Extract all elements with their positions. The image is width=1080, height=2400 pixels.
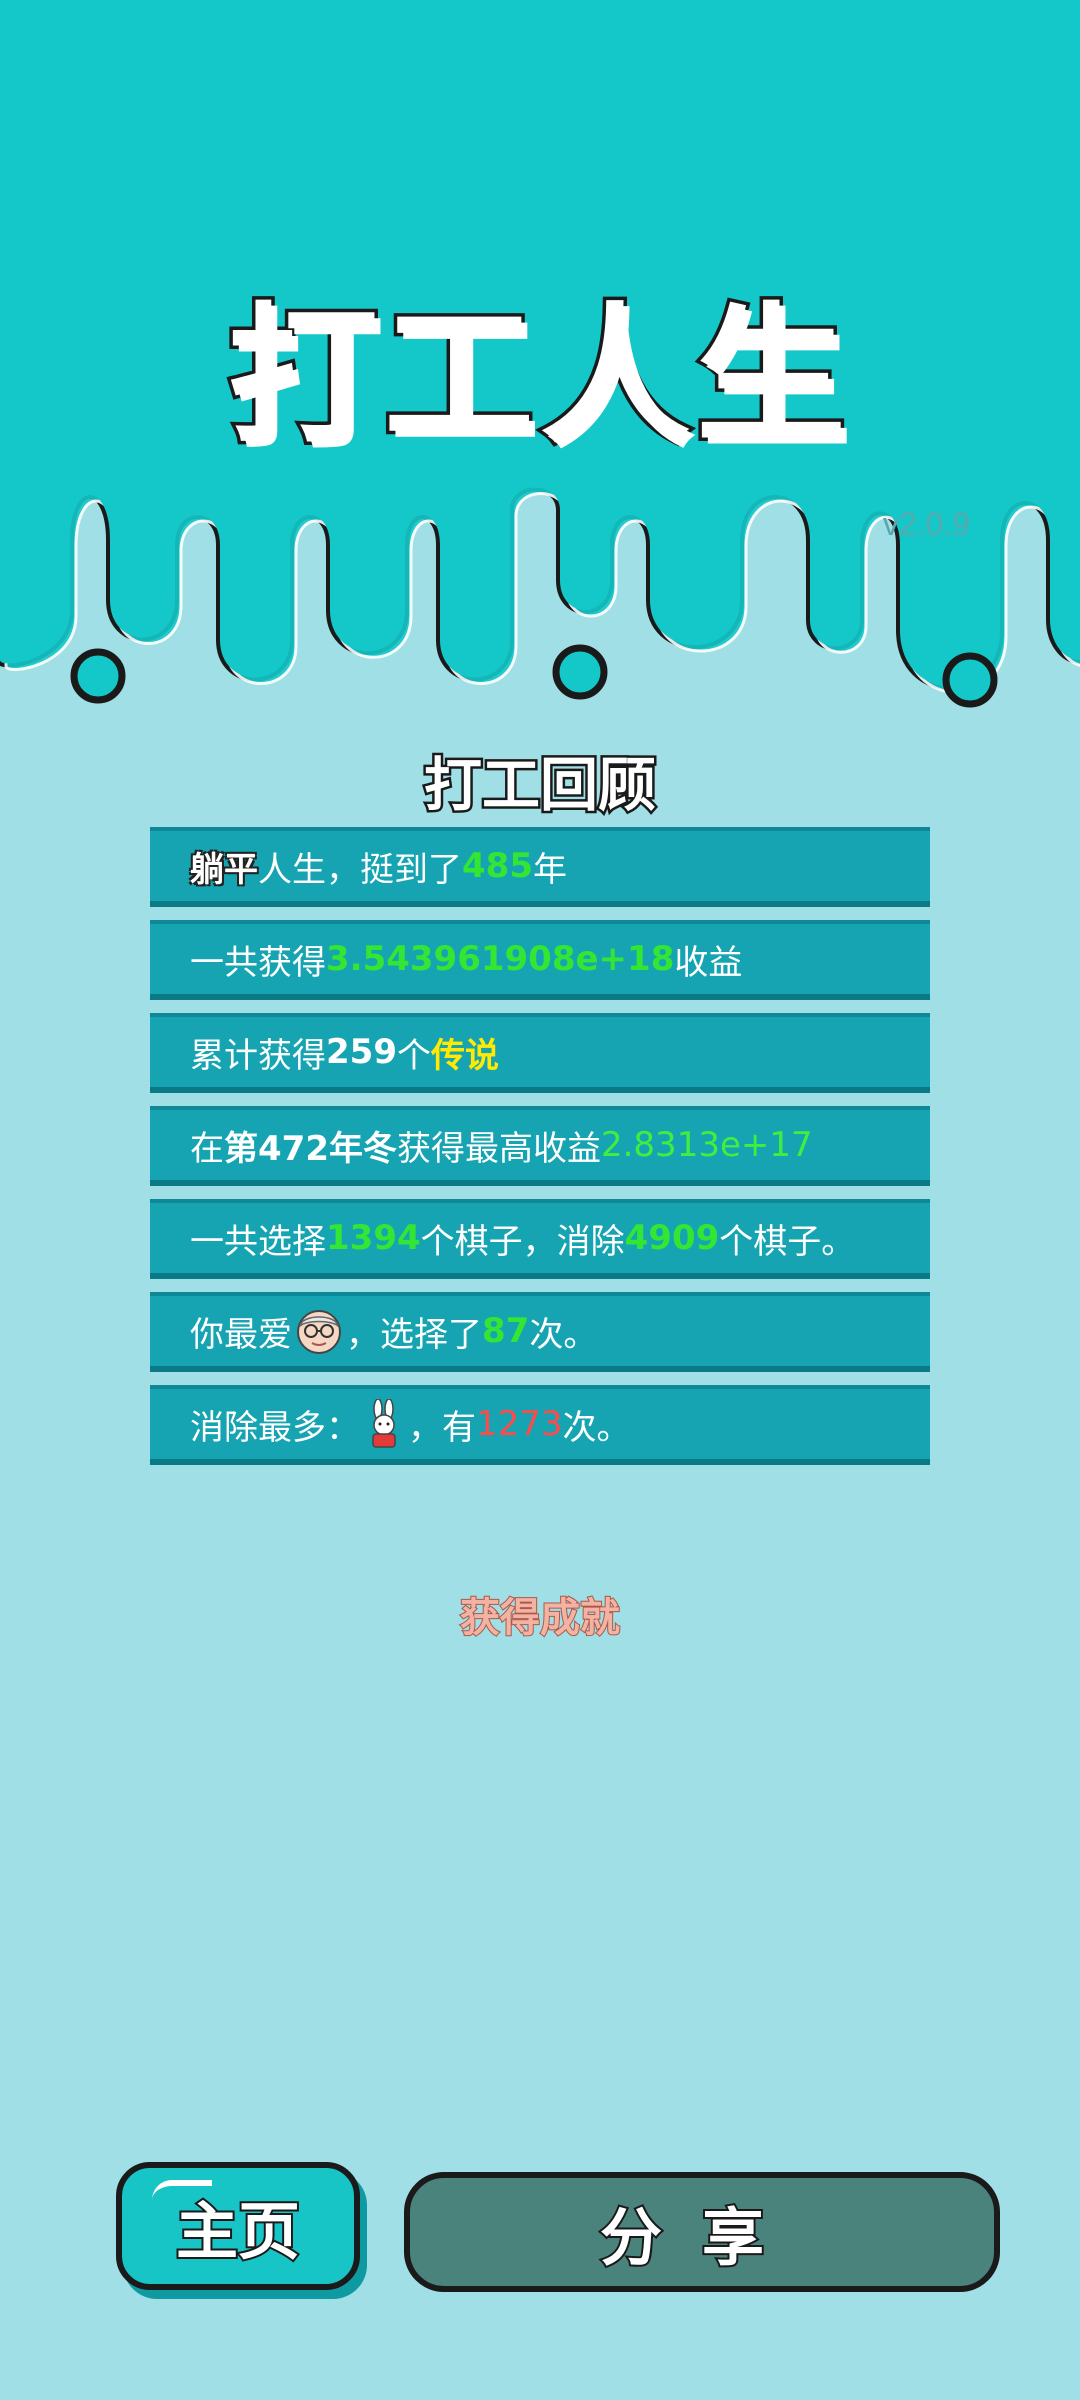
stat-text: 年 — [532, 849, 567, 890]
stat-text: 你最爱 — [190, 1314, 292, 1355]
best-season: 第472年冬 — [224, 1128, 397, 1169]
button-gloss — [152, 2180, 212, 2200]
game-title: 打工人生 — [224, 287, 852, 468]
stat-row-most-eliminated: 消除最多： ，有 1273 次。 — [150, 1385, 930, 1465]
most-eliminated-count: 1273 — [476, 1404, 563, 1444]
income-value: 3.543961908e+18 — [326, 939, 675, 979]
legend-count: 259 — [326, 1032, 397, 1072]
achievements-link[interactable]: 获得成就 — [0, 1585, 1080, 1643]
stat-text: 累计获得 — [190, 1035, 326, 1076]
stat-row-total-income: 一共获得 3.543961908e+18 收益 — [150, 920, 930, 1000]
stat-text: 在 — [190, 1128, 224, 1169]
review-stats-list: 躺平 人生，挺到了 485 年 一共获得 3.543961908e+18 收益 … — [150, 827, 930, 1478]
share-button-label: 分享 — [598, 2199, 804, 2276]
drip-dot — [70, 648, 126, 704]
stat-row-lifespan: 躺平 人生，挺到了 485 年 — [150, 827, 930, 907]
header-banner: 打工人生 v2.0.9 — [0, 0, 1080, 720]
years-value: 485 — [462, 846, 533, 886]
review-title: 打工回顾 — [421, 749, 658, 822]
best-income-value: 2.8313e+17 — [600, 1125, 813, 1165]
life-type-label: 躺平 — [190, 849, 258, 890]
stat-text: 收益 — [674, 942, 743, 983]
pieces-chosen: 1394 — [326, 1218, 421, 1258]
stat-text: 个棋子，消除 — [420, 1221, 625, 1262]
stat-text: 个棋子。 — [719, 1221, 856, 1262]
version-label: v2.0.9 — [882, 506, 970, 542]
favorite-count: 87 — [482, 1311, 530, 1351]
stat-row-best-income: 在 第472年冬 获得最高收益 2.8313e+17 — [150, 1106, 930, 1186]
stat-text: 人生，挺到了 — [258, 849, 462, 890]
home-button[interactable]: 主页 — [116, 2162, 360, 2290]
stat-text: 获得最高收益 — [396, 1128, 601, 1169]
stat-row-pieces: 一共选择 1394 个棋子，消除 4909 个棋子。 — [150, 1199, 930, 1279]
stat-text: 一共选择 — [190, 1221, 326, 1262]
pieces-eliminated: 4909 — [624, 1218, 720, 1258]
stat-row-favorite: 你最爱 ，选择了 87 次。 — [150, 1292, 930, 1372]
share-button[interactable]: 分享 — [404, 2172, 1000, 2292]
stat-row-legends: 累计获得 259 个 传说 — [150, 1013, 930, 1093]
stat-text: ，有 — [408, 1407, 476, 1448]
rabbit-icon — [372, 1399, 396, 1448]
old-man-face-icon — [297, 1310, 341, 1354]
stat-text: 一共获得 — [190, 942, 326, 983]
stat-text: 消除最多： — [190, 1407, 360, 1448]
legend-label: 传说 — [430, 1035, 499, 1076]
drip-dot — [552, 644, 608, 700]
stat-text: 个 — [396, 1035, 431, 1076]
stat-text: 次。 — [529, 1314, 598, 1355]
stat-text: ，选择了 — [346, 1314, 482, 1355]
drip-dot — [942, 652, 998, 708]
stat-text: 次。 — [562, 1407, 631, 1448]
